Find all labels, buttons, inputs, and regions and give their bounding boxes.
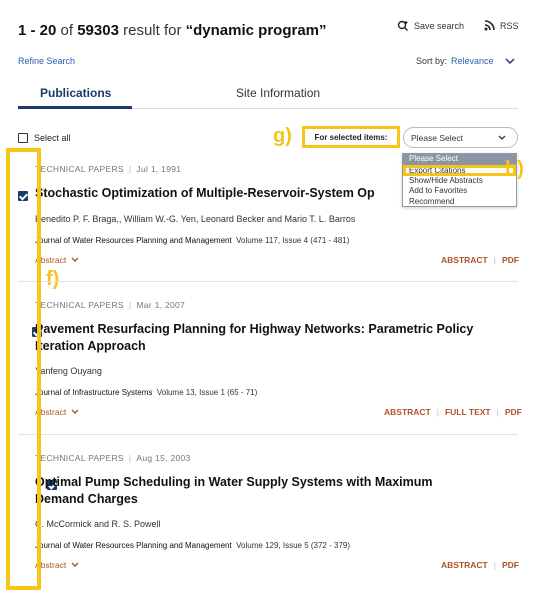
dropdown-option-add-to-favorites[interactable]: Add to Favorites	[403, 186, 516, 197]
journal-name[interactable]: Journal of Water Resources Planning and …	[35, 236, 232, 245]
abstract-link[interactable]: ABSTRACT	[384, 407, 431, 417]
annotation-h: h)	[505, 158, 524, 180]
results-total: 59303	[77, 22, 119, 39]
select-all-control[interactable]: Select all	[18, 133, 71, 143]
journal-name[interactable]: Journal of Water Resources Planning and …	[35, 541, 232, 550]
abstract-link[interactable]: ABSTRACT	[441, 255, 488, 265]
result-title[interactable]: Pavement Resurfacing Planning for Highwa…	[35, 321, 473, 355]
result-type: TECHNICAL PAPERS	[35, 453, 124, 463]
tab-site-information[interactable]: Site Information	[236, 86, 320, 100]
abstract-toggle[interactable]: Abstract	[35, 407, 80, 417]
for-selected-items-label: For selected items:	[302, 126, 400, 148]
save-search-label: Save search	[414, 21, 465, 31]
journal-name[interactable]: Journal of Infrastructure Systems	[35, 388, 152, 397]
chevron-down-icon	[505, 58, 515, 65]
dropdown-option-show-hide-abstracts[interactable]: Show/Hide Abstracts	[403, 176, 516, 187]
search-query: “dynamic program”	[185, 22, 327, 39]
result-title[interactable]: Optimal Pump Scheduling in Water Supply …	[35, 474, 433, 508]
results-of: of	[60, 22, 74, 39]
refine-search-link[interactable]: Refine Search	[18, 56, 75, 66]
dropdown-option-please-select[interactable]: Please Select	[403, 154, 516, 165]
abstract-link[interactable]: ABSTRACT	[441, 560, 488, 570]
result-links: ABSTRACT | PDF	[441, 560, 519, 570]
result-links: ABSTRACT | PDF	[441, 255, 519, 265]
journal-volume: Volume 13, Issue 1 (65 - 71)	[156, 388, 258, 397]
result-journal: Journal of Water Resources Planning and …	[35, 236, 349, 245]
result-title-line: Iteration Approach	[35, 339, 146, 353]
bulk-action-select-value: Please Select	[411, 132, 463, 143]
journal-volume: Volume 117, Issue 4 (471 - 481)	[236, 236, 350, 245]
dropdown-option-recommend[interactable]: Recommend	[403, 197, 516, 208]
result-authors: Benedito P. F. Braga,, William W.-G. Yen…	[35, 214, 356, 224]
abstract-toggle[interactable]: Abstract	[35, 255, 80, 265]
result-type: TECHNICAL PAPERS	[35, 164, 124, 174]
result-divider	[18, 281, 518, 282]
result-date: Mar 1, 2007	[136, 300, 186, 310]
chevron-down-icon	[71, 409, 79, 414]
bulk-action-select[interactable]: Please Select	[403, 127, 518, 148]
result-date: Aug 15, 2003	[136, 453, 191, 463]
result-authors: Yanfeng Ouyang	[35, 366, 102, 376]
pdf-link[interactable]: PDF	[502, 560, 519, 570]
abstract-toggle[interactable]: Abstract	[35, 560, 80, 570]
chevron-down-icon	[498, 135, 506, 140]
save-search-button[interactable]: Save search	[397, 20, 464, 32]
sort-by-value: Relevance	[451, 56, 494, 66]
annotation-g: g)	[273, 125, 292, 147]
select-all-label: Select all	[34, 133, 71, 143]
result-type: TECHNICAL PAPERS	[35, 300, 124, 310]
sort-by-label: Sort by:	[416, 56, 448, 66]
results-count-heading: 1 - 20 of 59303 result for “dynamic prog…	[18, 22, 327, 39]
rss-button[interactable]: RSS	[484, 20, 519, 31]
result-title-line: Demand Charges	[35, 492, 138, 506]
result-meta: TECHNICAL PAPERS | Jul 1, 1991	[35, 164, 182, 174]
result-authors: C. McCormick and R. S. Powell	[35, 519, 161, 529]
result-journal: Journal of Infrastructure Systems Volume…	[35, 388, 257, 397]
rss-label: RSS	[500, 20, 519, 31]
result-links: ABSTRACT | FULL TEXT | PDF	[384, 407, 522, 417]
chevron-down-icon	[71, 562, 79, 567]
result-divider	[18, 434, 518, 435]
bulk-action-dropdown: Please Select Export Citations Show/Hide…	[402, 153, 517, 207]
chevron-down-icon	[71, 257, 79, 262]
journal-volume: Volume 129, Issue 5 (372 - 379)	[236, 541, 351, 550]
pdf-link[interactable]: PDF	[502, 255, 519, 265]
pdf-link[interactable]: PDF	[505, 407, 522, 417]
tab-publications[interactable]: Publications	[40, 86, 111, 100]
select-all-checkbox[interactable]	[18, 133, 28, 143]
annotation-f: f)	[46, 268, 60, 290]
result-journal: Journal of Water Resources Planning and …	[35, 541, 350, 550]
result-title-line: Pavement Resurfacing Planning for Highwa…	[35, 322, 474, 336]
results-range: 1 - 20	[18, 22, 57, 39]
result-meta: TECHNICAL PAPERS | Mar 1, 2007	[35, 300, 186, 310]
dropdown-option-export-citations[interactable]: Export Citations	[403, 164, 516, 176]
result-meta: TECHNICAL PAPERS | Aug 15, 2003	[35, 453, 191, 463]
sort-by-control[interactable]: Sort by: Relevance	[416, 56, 516, 66]
checkbox-column-highlight	[6, 148, 41, 590]
results-for-label: result for	[123, 22, 182, 39]
rss-icon	[484, 20, 495, 31]
result-date: Jul 1, 1991	[136, 164, 182, 174]
active-tab-indicator	[18, 106, 132, 109]
save-search-icon	[397, 20, 408, 31]
result-title[interactable]: Stochastic Optimization of Multiple-Rese…	[35, 185, 375, 202]
result-title-line: Optimal Pump Scheduling in Water Supply …	[35, 475, 433, 489]
full-text-link[interactable]: FULL TEXT	[445, 407, 491, 417]
